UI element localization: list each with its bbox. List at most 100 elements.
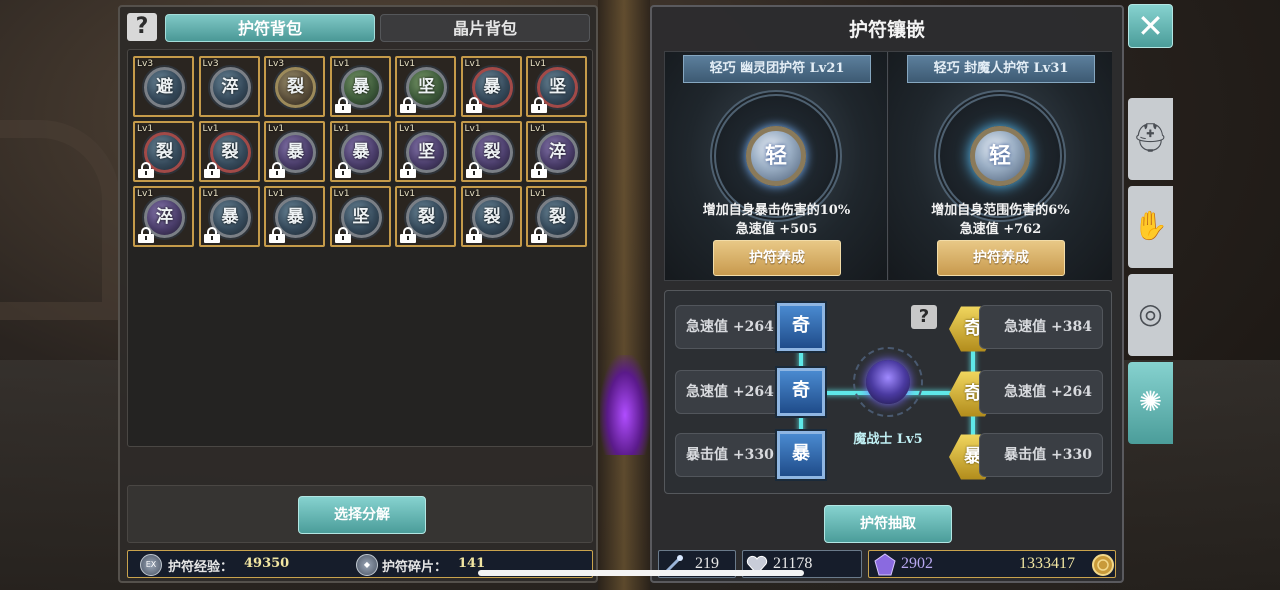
- crystal-icon: [873, 553, 897, 577]
- charm-exp-value: 49350: [244, 556, 290, 571]
- helmet-icon: ⛑: [1132, 121, 1169, 154]
- hero-label: 魔战士 Lv5: [853, 432, 923, 447]
- charm-slot[interactable]: 裂 Lv3: [264, 56, 325, 117]
- lock-icon: [531, 227, 547, 243]
- charm-slot[interactable]: 裂 Lv1: [198, 121, 260, 182]
- lock-icon: [269, 227, 285, 243]
- home-indicator[interactable]: [478, 570, 804, 576]
- charm-slot[interactable]: 裂 Lv1: [395, 186, 456, 247]
- currency-value-d: 1333417: [1019, 555, 1075, 572]
- charm-level: Lv1: [530, 124, 547, 134]
- lock-icon: [531, 97, 547, 113]
- lock-icon: [400, 97, 416, 113]
- side-tab-amulet[interactable]: ✺: [1128, 362, 1173, 444]
- charm-level: Lv1: [137, 189, 154, 199]
- charm-slot[interactable]: 避 Lv3: [133, 56, 194, 117]
- amulet-glyph: 轻: [988, 143, 1011, 169]
- lock-icon: [400, 227, 416, 243]
- charm-slot[interactable]: 暴 Lv1: [264, 121, 325, 182]
- amulet-name: 轻巧 封魔人护符 Lv31: [907, 55, 1095, 83]
- charm-level: Lv1: [399, 189, 416, 199]
- left-socket-1[interactable]: 奇: [777, 303, 825, 351]
- charm-level: Lv1: [137, 124, 154, 134]
- charm-level: Lv1: [464, 59, 481, 69]
- currency-bar-cd: 2902 1333417: [868, 550, 1116, 578]
- charm-inventory-panel: ? 护符背包 晶片背包 避 Lv3 淬 Lv3 裂 Lv3 暴 Lv1 坚 Lv1 暴 Lv1 坚 Lv1…: [118, 5, 598, 583]
- charm-level: Lv1: [268, 189, 285, 199]
- charm-level: Lv1: [202, 124, 219, 134]
- lock-icon: [203, 227, 220, 243]
- amulet-glyph: 轻: [764, 143, 787, 169]
- decompose-button[interactable]: 选择分解: [298, 496, 426, 534]
- charm-level: Lv1: [464, 189, 481, 199]
- ring-icon: ◎: [1138, 297, 1163, 330]
- charm-slot[interactable]: 坚 Lv1: [526, 56, 587, 117]
- background-arch: [0, 120, 120, 320]
- right-socket-stat-3: 暴击值 +330: [979, 433, 1103, 477]
- charm-level: Lv3: [268, 59, 285, 69]
- amulet-speed: 急速值 +505: [735, 222, 818, 237]
- charm-slot[interactable]: 暴 Lv1: [460, 56, 522, 117]
- lock-icon: [465, 227, 482, 243]
- charm-exp-label: 护符经验：: [168, 560, 234, 575]
- tab-chip-bag[interactable]: 晶片背包: [380, 14, 590, 42]
- charm-exp-icon: EX: [140, 554, 162, 576]
- charm-slot[interactable]: 暴 Lv1: [198, 186, 260, 247]
- charm-level: Lv1: [202, 189, 219, 199]
- lock-icon: [138, 162, 154, 178]
- hero-portrait-icon: [866, 360, 910, 404]
- side-tab-ring[interactable]: ◎: [1128, 274, 1173, 356]
- background-pillar: [598, 0, 650, 590]
- amulet-upgrade-button[interactable]: 护符养成: [713, 240, 841, 276]
- charm-slot[interactable]: 淬 Lv1: [133, 186, 194, 247]
- amulet-upgrade-button[interactable]: 护符养成: [937, 240, 1065, 276]
- charm-slot[interactable]: 暴 Lv1: [329, 56, 391, 117]
- charm-level: Lv1: [530, 189, 547, 199]
- charm-slot[interactable]: 淬 Lv1: [526, 121, 587, 182]
- charm-slot[interactable]: 裂 Lv1: [460, 121, 522, 182]
- amulet-slot-1[interactable]: 轻巧 幽灵团护符 Lv21 轻 增加自身暴击伤害的10% 急速值 +505 护符…: [665, 52, 888, 280]
- side-tab-helmet[interactable]: ⛑: [1128, 98, 1173, 180]
- charm-slot[interactable]: 坚 Lv1: [329, 186, 391, 247]
- charm-level: Lv3: [202, 59, 219, 69]
- lock-icon: [334, 227, 351, 243]
- charm-level: Lv1: [399, 124, 416, 134]
- amulet-core-icon: 轻: [970, 126, 1030, 186]
- charm-level: Lv1: [333, 59, 350, 69]
- charm-level: Lv1: [530, 59, 547, 69]
- amulet-slot-2[interactable]: 轻巧 封魔人护符 Lv31 轻 增加自身范围伤害的6% 急速值 +762 护符养…: [889, 52, 1112, 280]
- lock-icon: [334, 97, 351, 113]
- charm-glyph: 淬: [221, 77, 239, 97]
- side-tab-gloves[interactable]: ✋: [1128, 186, 1173, 268]
- close-button[interactable]: ✕: [1128, 4, 1173, 48]
- right-socket-stat-2: 急速值 +264: [979, 370, 1103, 414]
- charm-level: Lv1: [268, 124, 285, 134]
- charm-grid: 避 Lv3 淬 Lv3 裂 Lv3 暴 Lv1 坚 Lv1 暴 Lv1 坚 Lv1 裂 Lv1 裂 Lv1 暴 Lv1…: [127, 49, 593, 447]
- charm-slot[interactable]: 坚 Lv1: [395, 56, 456, 117]
- left-socket-3[interactable]: 暴: [777, 431, 825, 479]
- right-socket-stat-1: 急速值 +384: [979, 305, 1103, 349]
- lock-icon: [269, 162, 285, 178]
- help-icon[interactable]: ?: [127, 13, 157, 41]
- background-portal: [600, 355, 650, 455]
- gloves-icon: ✋: [1133, 209, 1168, 242]
- charm-slot[interactable]: 暴 Lv1: [329, 121, 391, 182]
- charm-slot[interactable]: 裂 Lv1: [133, 121, 194, 182]
- charm-level: Lv1: [464, 124, 481, 134]
- hero-emblem[interactable]: [853, 347, 923, 417]
- lock-icon: [400, 162, 416, 178]
- tab-charm-bag[interactable]: 护符背包: [165, 14, 375, 42]
- panel-title: 护符镶嵌: [848, 19, 925, 41]
- charm-slot[interactable]: 裂 Lv1: [526, 186, 587, 247]
- charm-slot[interactable]: 坚 Lv1: [395, 121, 456, 182]
- charm-shard-icon: ◆: [356, 554, 378, 576]
- charm-slot[interactable]: 淬 Lv3: [198, 56, 260, 117]
- equipped-amulets: 轻巧 幽灵团护符 Lv21 轻 增加自身暴击伤害的10% 急速值 +505 护符…: [664, 51, 1112, 281]
- amulet-effect: 增加自身暴击伤害的10%: [702, 203, 851, 218]
- amulet-speed: 急速值 +762: [959, 222, 1042, 237]
- charm-extract-button[interactable]: 护符抽取: [824, 505, 952, 543]
- socket-help-icon[interactable]: ?: [911, 305, 937, 329]
- charm-slot[interactable]: 裂 Lv1: [460, 186, 522, 247]
- left-socket-2[interactable]: 奇: [777, 368, 825, 416]
- charm-slot[interactable]: 暴 Lv1: [264, 186, 325, 247]
